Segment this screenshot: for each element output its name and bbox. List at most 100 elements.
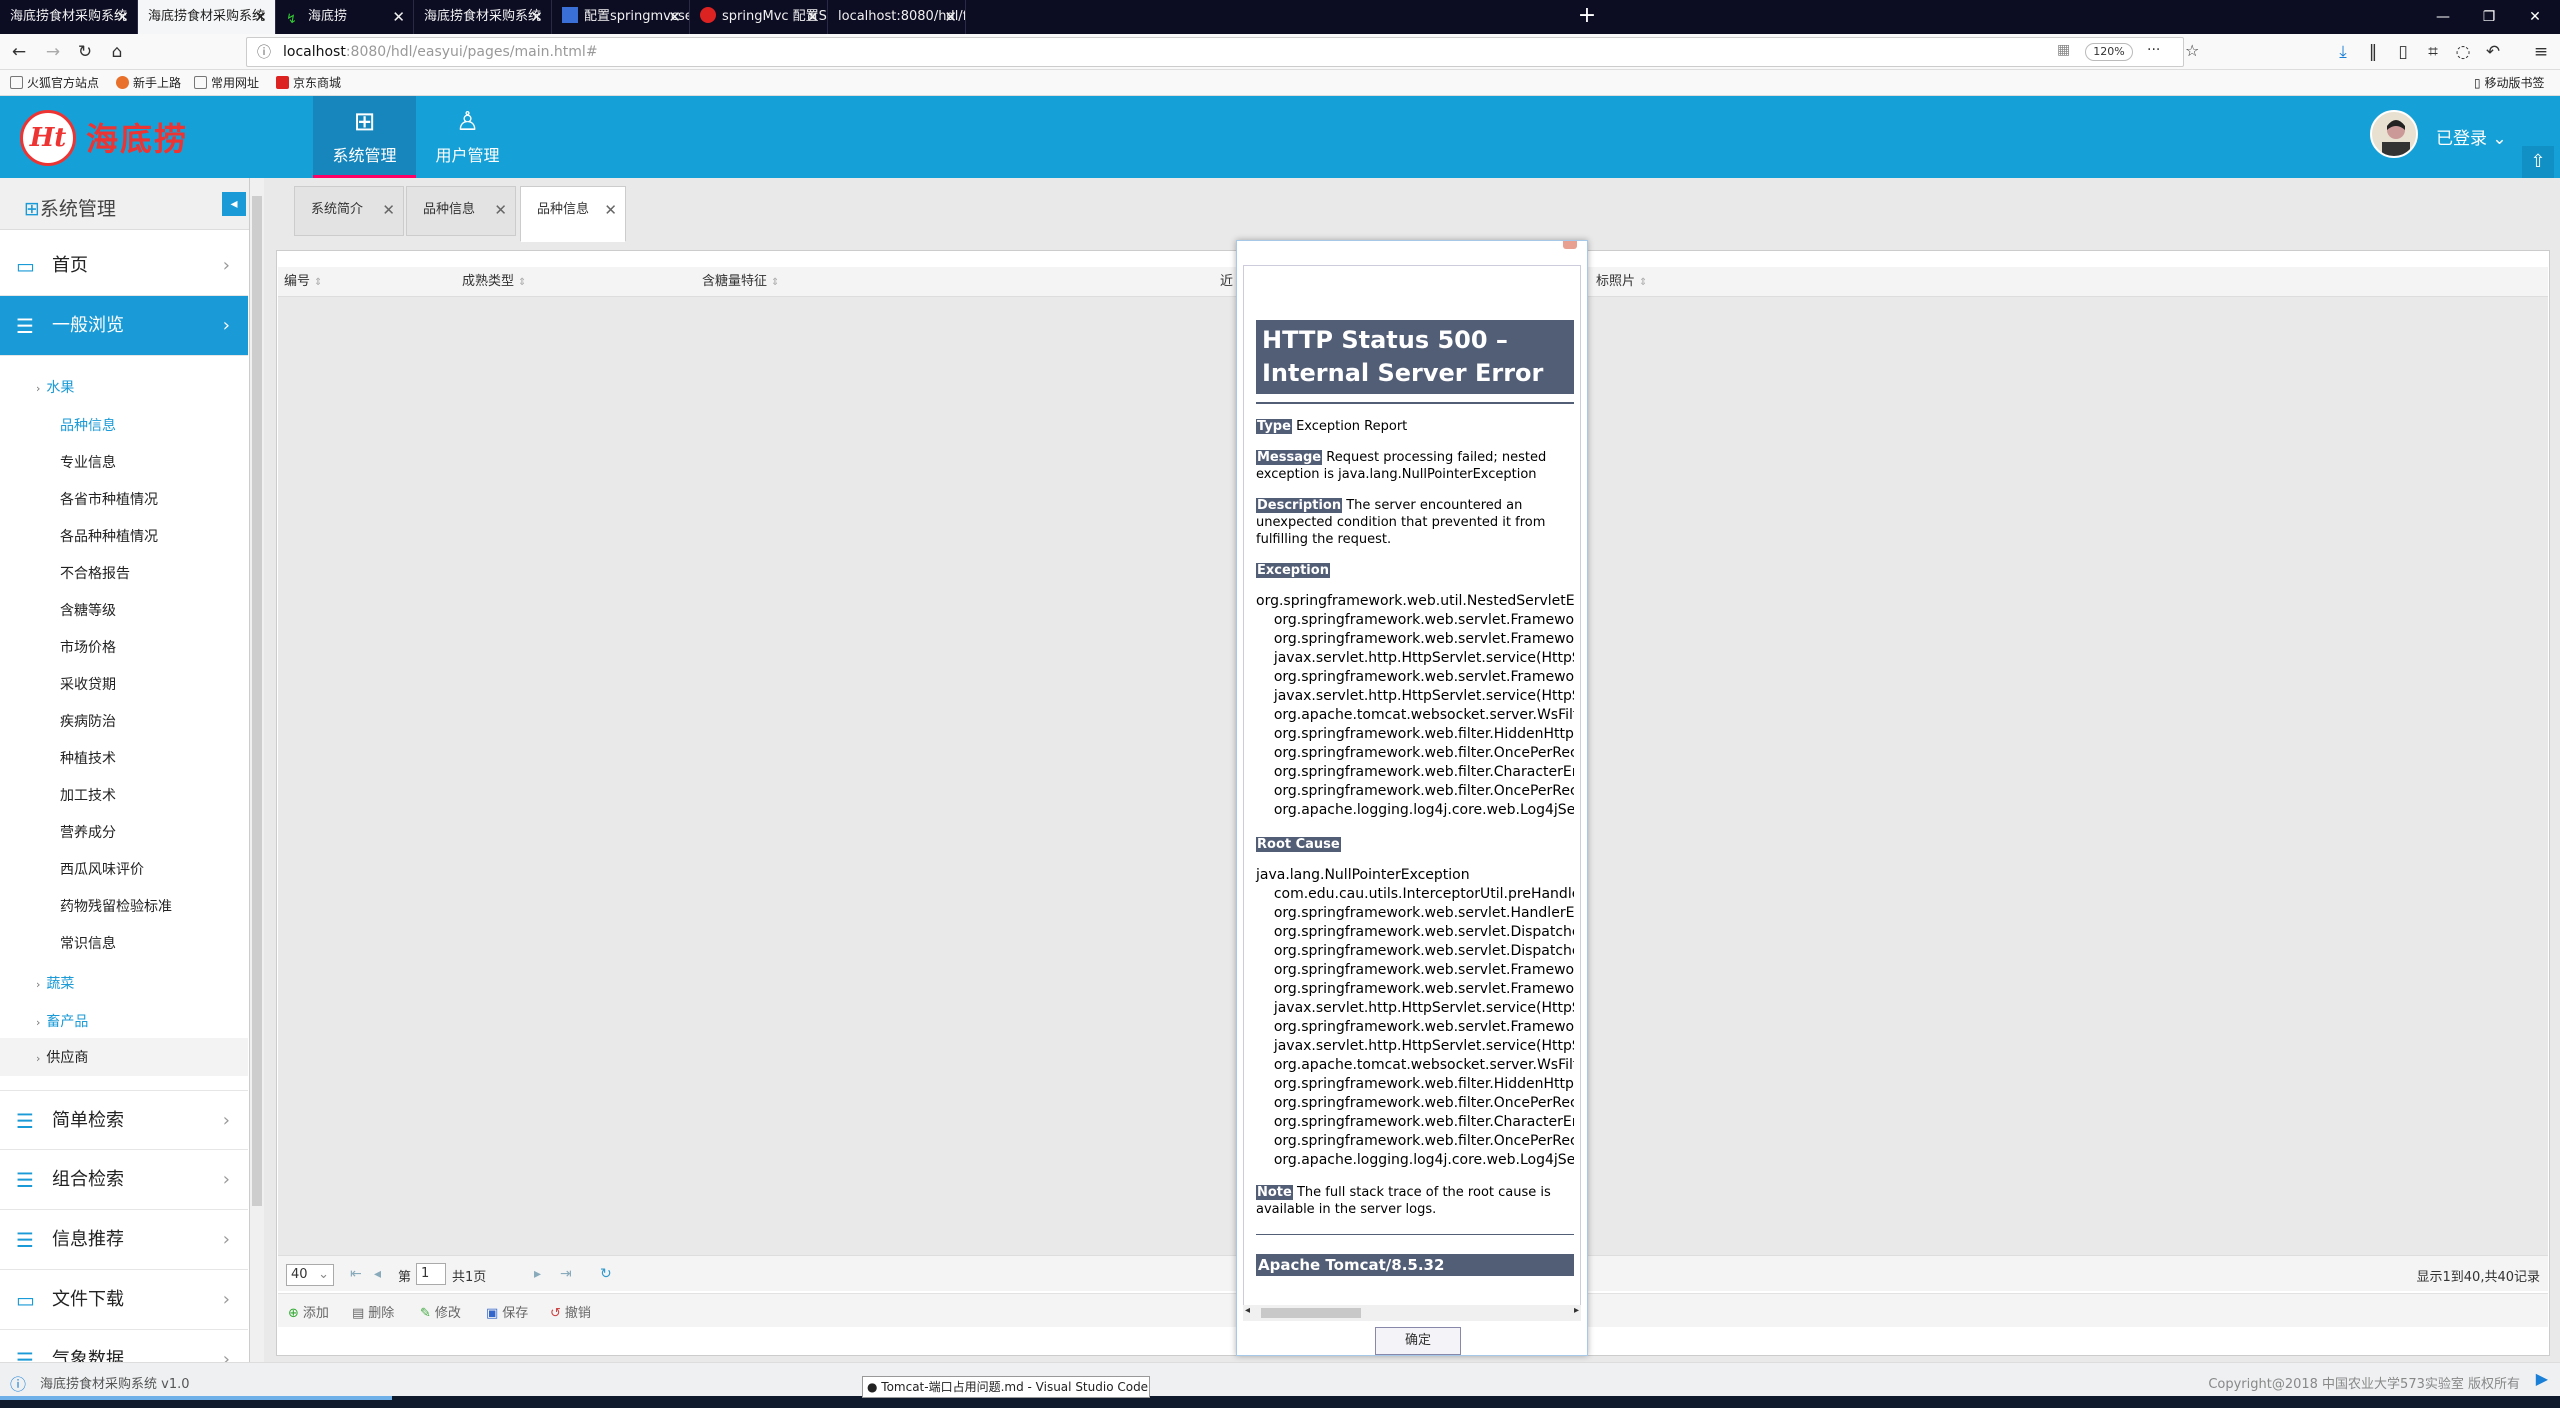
new-tab-button[interactable]: + — [1570, 0, 1604, 34]
sub-item[interactable]: 不合格报告 — [60, 564, 130, 584]
column-header[interactable]: 标照片 ⇕ — [1596, 267, 1647, 298]
forward-icon[interactable]: → — [40, 39, 66, 65]
topmenu-user[interactable]: ♙ 用户管理 — [416, 96, 519, 178]
browser-tab[interactable]: 配置springmvcsession时间_百✕ — [552, 0, 690, 34]
bookmark-item[interactable]: 火狐官方站点 — [10, 70, 99, 96]
library-icon[interactable]: ‖ — [2360, 39, 2386, 65]
group-fruit[interactable]: › 水果 — [36, 378, 74, 399]
tab-intro[interactable]: 系统简介 ✕ — [294, 186, 404, 236]
browser-tab[interactable]: ↯ 海底捞 ✕ — [276, 0, 414, 34]
back-icon[interactable]: ← — [6, 39, 32, 65]
undo-button[interactable]: ↺ 撤销 — [550, 1302, 591, 1321]
page-number-input[interactable]: 1 — [416, 1263, 446, 1285]
close-icon[interactable]: ✕ — [494, 187, 507, 233]
sidebar-item-combined-search[interactable]: ☰ 组合检索 › — [0, 1150, 248, 1210]
restore-button[interactable]: ❐ — [2466, 0, 2512, 34]
refresh-icon[interactable]: ↻ — [600, 1266, 612, 1282]
close-icon[interactable]: ✕ — [254, 0, 267, 34]
save-button[interactable]: ▣ 保存 — [486, 1302, 528, 1321]
bookmark-star-icon[interactable]: ☆ — [2185, 41, 2199, 60]
delete-button[interactable]: ▤ 删除 — [352, 1302, 394, 1321]
sub-item[interactable]: 各省市种植情况 — [60, 490, 158, 510]
column-header[interactable]: 近 — [1220, 267, 1233, 297]
sub-item[interactable]: 品种信息 — [60, 416, 116, 436]
screenshot-icon[interactable]: ⌗ — [2420, 39, 2446, 65]
browser-tab[interactable]: localhost:8080/hdl/fruit/subpag✕ — [828, 0, 966, 34]
home-icon[interactable]: ⌂ — [104, 39, 130, 65]
zoom-level[interactable]: 120% — [2085, 43, 2133, 61]
sub-item[interactable]: 疾病防治 — [60, 712, 116, 732]
scroll-thumb[interactable] — [1261, 1308, 1361, 1318]
column-header[interactable]: 编号 ⇕ — [284, 267, 322, 298]
sidebar-item-download[interactable]: ▭ 文件下载 › — [0, 1270, 248, 1330]
sidebar-item-browse[interactable]: ☰ 一般浏览 › — [0, 296, 248, 356]
sub-item[interactable]: 加工技术 — [60, 786, 116, 806]
sub-item[interactable]: 专业信息 — [60, 453, 116, 473]
sidebar-item-home[interactable]: ▭ 首页 › — [0, 236, 248, 296]
avatar[interactable] — [2370, 110, 2418, 158]
qr-icon[interactable]: ▦ — [2057, 42, 2070, 58]
sidebar-item-recommend[interactable]: ☰ 信息推荐 › — [0, 1210, 248, 1270]
edit-button[interactable]: ✎ 修改 — [420, 1302, 461, 1321]
close-icon[interactable]: ✕ — [382, 187, 395, 233]
scroll-left-icon[interactable]: ◂ — [1245, 1305, 1250, 1316]
undo-icon[interactable]: ↶ — [2480, 39, 2506, 65]
sub-item[interactable]: 常识信息 — [60, 934, 116, 954]
sidebar-icon[interactable]: ▯ — [2390, 39, 2416, 65]
more-icon[interactable]: ··· — [2147, 42, 2160, 58]
add-button[interactable]: ⊕ 添加 — [288, 1302, 329, 1321]
close-icon[interactable]: ✕ — [944, 0, 957, 34]
user-status[interactable]: 已登录 ⌄ — [2436, 124, 2507, 149]
play-icon[interactable]: ▶ — [2536, 1369, 2548, 1388]
close-icon[interactable]: ✕ — [668, 0, 681, 34]
window-close-button[interactable]: ✕ — [2512, 0, 2558, 34]
browser-tab[interactable]: springMvc 配置Session超时✕ — [690, 0, 828, 34]
sub-item[interactable]: 药物残留检验标准 — [60, 897, 172, 917]
prev-page-icon[interactable]: ◂ — [374, 1266, 381, 1282]
column-header[interactable]: 含糖量特征 ⇕ — [702, 267, 779, 298]
close-icon[interactable]: ✕ — [604, 187, 617, 233]
sidebar-scroll-thumb[interactable] — [252, 196, 262, 1206]
shirt-icon[interactable]: ⇧ — [2522, 146, 2554, 178]
menu-icon[interactable]: ≡ — [2528, 39, 2554, 65]
mobile-bookmarks[interactable]: ▯ 移动版书签 — [2474, 70, 2544, 96]
column-header[interactable]: 成熟类型 ⇕ — [462, 267, 526, 298]
sidebar-item-weather[interactable]: ☰ 气象数据 › — [0, 1330, 248, 1362]
close-icon[interactable]: ✕ — [530, 0, 543, 34]
minimize-button[interactable]: — — [2420, 0, 2466, 34]
download-icon[interactable]: ⤓ — [2330, 39, 2356, 65]
bookmark-item[interactable]: 京东商城 — [276, 70, 341, 96]
reload-icon[interactable]: ↻ — [72, 39, 98, 65]
page-size-select[interactable]: 40 ⌄ — [286, 1264, 334, 1286]
bookmark-item[interactable]: 新手上路 — [116, 70, 181, 96]
scroll-right-icon[interactable]: ▸ — [1574, 1305, 1579, 1316]
group-supplier[interactable]: › 供应商 — [36, 1048, 88, 1069]
sub-item[interactable]: 种植技术 — [60, 749, 116, 769]
sub-item[interactable]: 西瓜风味评价 — [60, 860, 144, 880]
browser-tab[interactable]: 海底捞食材采购系统 ✕ — [0, 0, 138, 34]
tab-variety[interactable]: 品种信息 ✕ — [406, 186, 516, 236]
sub-item[interactable]: 采收贷期 — [60, 675, 116, 695]
sub-item[interactable]: 市场价格 — [60, 638, 116, 658]
ok-button[interactable]: 确定 — [1375, 1327, 1461, 1355]
info-icon[interactable]: ⓘ — [257, 42, 271, 62]
bookmark-item[interactable]: 常用网址 — [194, 70, 259, 96]
close-icon[interactable]: ✕ — [116, 0, 129, 34]
address-bar[interactable]: ⓘ localhost:8080/hdl/easyui/pages/main.h… — [246, 37, 2199, 67]
close-icon[interactable]: ✕ — [806, 0, 819, 34]
chat-icon[interactable]: ◌ — [2450, 39, 2476, 65]
sub-item[interactable]: 营养成分 — [60, 823, 116, 843]
sub-item[interactable]: 各品种种植情况 — [60, 527, 158, 547]
collapse-button[interactable]: ◂ — [222, 192, 246, 216]
next-page-icon[interactable]: ▸ — [534, 1266, 541, 1282]
first-page-icon[interactable]: ⇤ — [350, 1266, 362, 1282]
browser-tab[interactable]: 海底捞食材采购系统 ✕ — [414, 0, 552, 34]
group-veg[interactable]: › 蔬菜 — [36, 974, 74, 995]
sidebar-item-simple-search[interactable]: ☰ 简单检索 › — [0, 1090, 248, 1150]
close-icon[interactable]: ✕ — [392, 0, 405, 34]
sub-item[interactable]: 含糖等级 — [60, 601, 116, 621]
group-livestock[interactable]: › 畜产品 — [36, 1012, 88, 1033]
tab-variety-active[interactable]: 品种信息 ✕ — [520, 186, 626, 242]
last-page-icon[interactable]: ⇥ — [560, 1266, 572, 1282]
horizontal-scrollbar[interactable]: ◂ ▸ — [1243, 1305, 1581, 1321]
